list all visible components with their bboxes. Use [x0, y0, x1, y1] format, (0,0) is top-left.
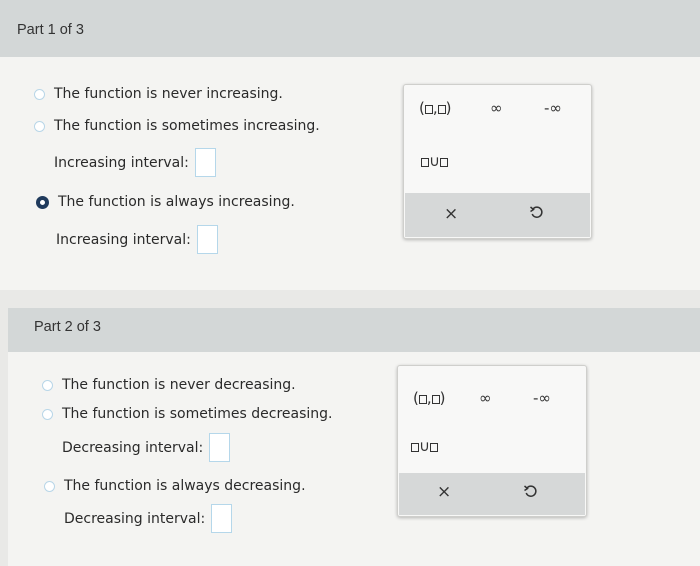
part2-option-sometimes[interactable]: The function is sometimes decreasing. — [42, 406, 332, 422]
negative-infinity-button[interactable]: -∞ — [533, 389, 551, 407]
option-label: The function is always decreasing. — [64, 478, 306, 494]
part2-option-never[interactable]: The function is never decreasing. — [42, 377, 296, 393]
part1-sometimes-interval: Increasing interval: — [54, 148, 216, 177]
part2-title: Part 2 of 3 — [34, 319, 101, 335]
part1-option-sometimes[interactable]: The function is sometimes increasing. — [34, 118, 320, 134]
part2-header: Part 2 of 3 — [8, 308, 700, 352]
undo-button[interactable] — [523, 483, 538, 504]
open-interval-button[interactable]: (,) — [419, 99, 452, 117]
union-button[interactable]: ∪ — [411, 437, 438, 455]
infinity-button[interactable]: ∞ — [490, 99, 503, 117]
radio-button-selected[interactable] — [36, 195, 49, 209]
part1-math-palette: (,) ∞ -∞ ∪ × — [403, 84, 592, 239]
part1-header: Part 1 of 3 — [0, 0, 700, 57]
interval-label: Increasing interval: — [56, 231, 191, 248]
infinity-button[interactable]: ∞ — [479, 389, 492, 407]
interval-label: Increasing interval: — [54, 154, 189, 171]
union-button[interactable]: ∪ — [421, 152, 448, 170]
interval-input[interactable] — [211, 504, 233, 533]
undo-icon — [530, 206, 543, 218]
option-label: The function is always increasing. — [58, 194, 295, 210]
option-label: The function is never increasing. — [54, 86, 283, 102]
part1-title: Part 1 of 3 — [17, 22, 84, 38]
part2-math-palette: (,) ∞ -∞ ∪ × — [397, 365, 587, 517]
interval-input[interactable] — [196, 225, 218, 254]
interval-label: Decreasing interval: — [64, 510, 206, 527]
option-label: The function is sometimes increasing. — [54, 118, 320, 134]
part1-option-never[interactable]: The function is never increasing. — [34, 86, 283, 102]
radio-button[interactable] — [42, 408, 53, 420]
radio-button[interactable] — [34, 88, 45, 100]
option-label: The function is never decreasing. — [62, 377, 296, 393]
part1-body: The function is never increasing. The fu… — [0, 57, 700, 290]
part2-sometimes-interval: Decreasing interval: — [62, 433, 231, 462]
part1-always-interval: Increasing interval: — [56, 225, 218, 254]
palette-actions: × — [405, 193, 590, 237]
interval-label: Decreasing interval: — [62, 439, 204, 456]
radio-button[interactable] — [42, 379, 53, 391]
interval-input[interactable] — [194, 148, 216, 177]
palette-actions: × — [399, 473, 585, 515]
radio-button[interactable] — [44, 480, 55, 492]
part2-option-always[interactable]: The function is always decreasing. — [44, 478, 306, 494]
interval-input[interactable] — [209, 433, 231, 462]
clear-button[interactable]: × — [437, 482, 451, 502]
negative-infinity-button[interactable]: -∞ — [544, 99, 562, 117]
part1-option-always[interactable]: The function is always increasing. — [36, 194, 295, 210]
undo-icon — [524, 485, 537, 497]
radio-button[interactable] — [34, 120, 45, 132]
part2-always-interval: Decreasing interval: — [64, 504, 233, 533]
part2-body: The function is never decreasing. The fu… — [8, 352, 700, 566]
open-interval-button[interactable]: (,) — [413, 389, 446, 407]
undo-button[interactable] — [529, 204, 544, 225]
clear-button[interactable]: × — [444, 204, 458, 224]
option-label: The function is sometimes decreasing. — [62, 406, 333, 422]
